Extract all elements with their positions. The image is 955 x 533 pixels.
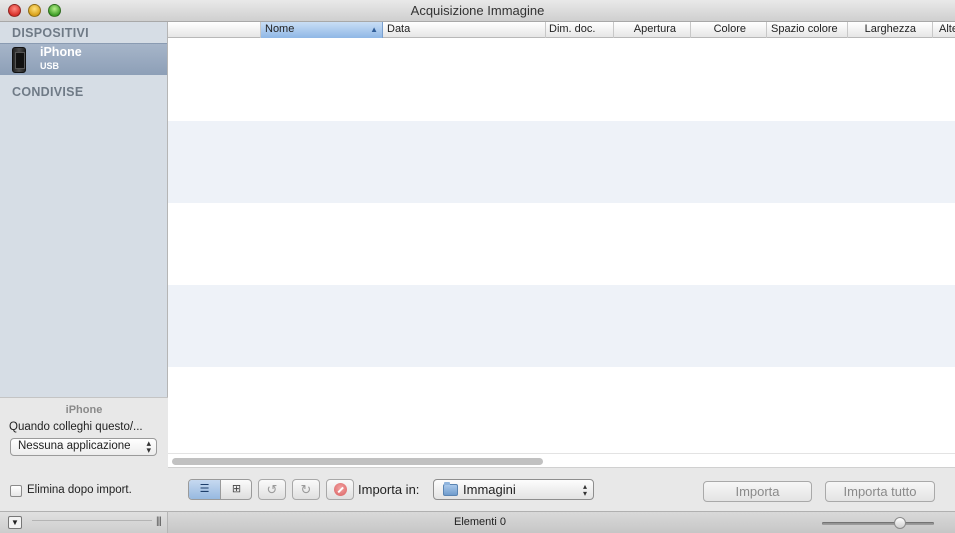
import-all-button[interactable]: Importa tutto [825,481,935,502]
column-header-label: Colore [713,23,746,35]
view-mode-segmented-control: ☰ ⊞ [188,479,252,500]
folder-icon [443,482,458,496]
rotate-left-icon[interactable]: ↺ [258,479,286,500]
delete-icon [333,483,347,496]
iphone-icon [12,47,26,73]
sidebar-item-iphone[interactable]: iPhone USB [0,43,167,75]
sort-ascending-icon: ▲ [370,25,378,34]
select-arrows-icon: ▴ ▾ [582,482,587,498]
panel-device-title: iPhone [65,404,103,416]
import-destination-select[interactable]: Immagini ▴ ▾ [433,479,594,500]
thumbnail-size-slider-knob[interactable] [894,517,906,529]
column-header-blank [168,22,261,38]
column-header-label: Nome [265,23,295,35]
shared-heading: CONDIVISE [12,85,84,99]
connect-action-label: Quando colleghi questo/... [9,421,143,433]
select-arrows-icon: ▴ ▾ [146,438,151,455]
column-header-nome[interactable]: Nome ▲ [261,22,383,38]
table-row-empty [168,39,955,121]
sidebar-footer-divider [32,520,152,526]
delete-after-import-checkbox[interactable] [10,485,22,497]
column-header-larghezza[interactable]: Larghezza [848,22,933,38]
bottom-toolbar: ☰ ⊞ ↺ ↻ Importa in: Immagini ▴ ▾ Importa … [168,467,955,511]
column-header-label: Alte [939,23,955,35]
column-header-label: Data [387,23,411,35]
sidebar-footer: ▼ ||| [0,511,168,533]
horizontal-scroll-thumb[interactable] [172,458,543,465]
table-row-empty [168,367,955,449]
thumbnail-size-slider[interactable] [822,517,934,529]
window-title: Acquisizione Immagine [410,3,545,18]
grid-view-icon[interactable]: ⊞ [221,480,252,499]
table-header: Nome ▲ Data Dim. doc. Apertura Colore Sp… [168,22,955,38]
connect-app-select-value: Nessuna applicazione [18,440,131,452]
column-header-dim-doc[interactable]: Dim. doc. [546,22,614,38]
column-header-label: Larghezza [864,23,916,35]
horizontal-scrollbar[interactable] [168,453,955,467]
column-header-altezza[interactable]: Alte [933,22,955,38]
column-header-spazio-colore[interactable]: Spazio colore [767,22,848,38]
rotate-right-icon[interactable]: ↻ [292,479,320,500]
image-table: Nome ▲ Data Dim. doc. Apertura Colore Sp… [168,22,955,467]
device-connection: USB [40,61,60,71]
column-header-label: Apertura [633,23,676,35]
import-destination-value: Immagini [463,482,516,497]
column-header-label: Spazio colore [771,23,838,35]
devices-heading: DISPOSITIVI [12,26,89,40]
delete-after-import-label: Elimina dopo import. [27,484,132,496]
column-header-data[interactable]: Data [383,22,546,38]
device-options-panel: iPhone Quando colleghi questo/... Nessun… [0,397,168,511]
delete-button[interactable] [326,479,354,500]
column-header-label: Dim. doc. [549,23,596,35]
resize-grip-icon[interactable]: ||| [156,516,162,527]
title-bar: Acquisizione Immagine [0,0,955,22]
items-count: Elementi 0 [454,516,506,528]
import-button[interactable]: Importa [703,481,812,502]
list-view-icon[interactable]: ☰ [189,480,220,499]
table-row-empty [168,121,955,203]
table-row-empty [168,285,955,367]
device-name: iPhone [40,45,82,59]
status-bar: Elementi 0 [168,511,955,533]
connect-app-select[interactable]: Nessuna applicazione ▴ ▾ [10,438,157,456]
column-header-colore[interactable]: Colore [691,22,767,38]
disclosure-menu-icon[interactable]: ▼ [8,516,22,529]
column-header-apertura[interactable]: Apertura [614,22,691,38]
table-row-empty [168,203,955,285]
import-in-label: Importa in: [358,482,420,497]
